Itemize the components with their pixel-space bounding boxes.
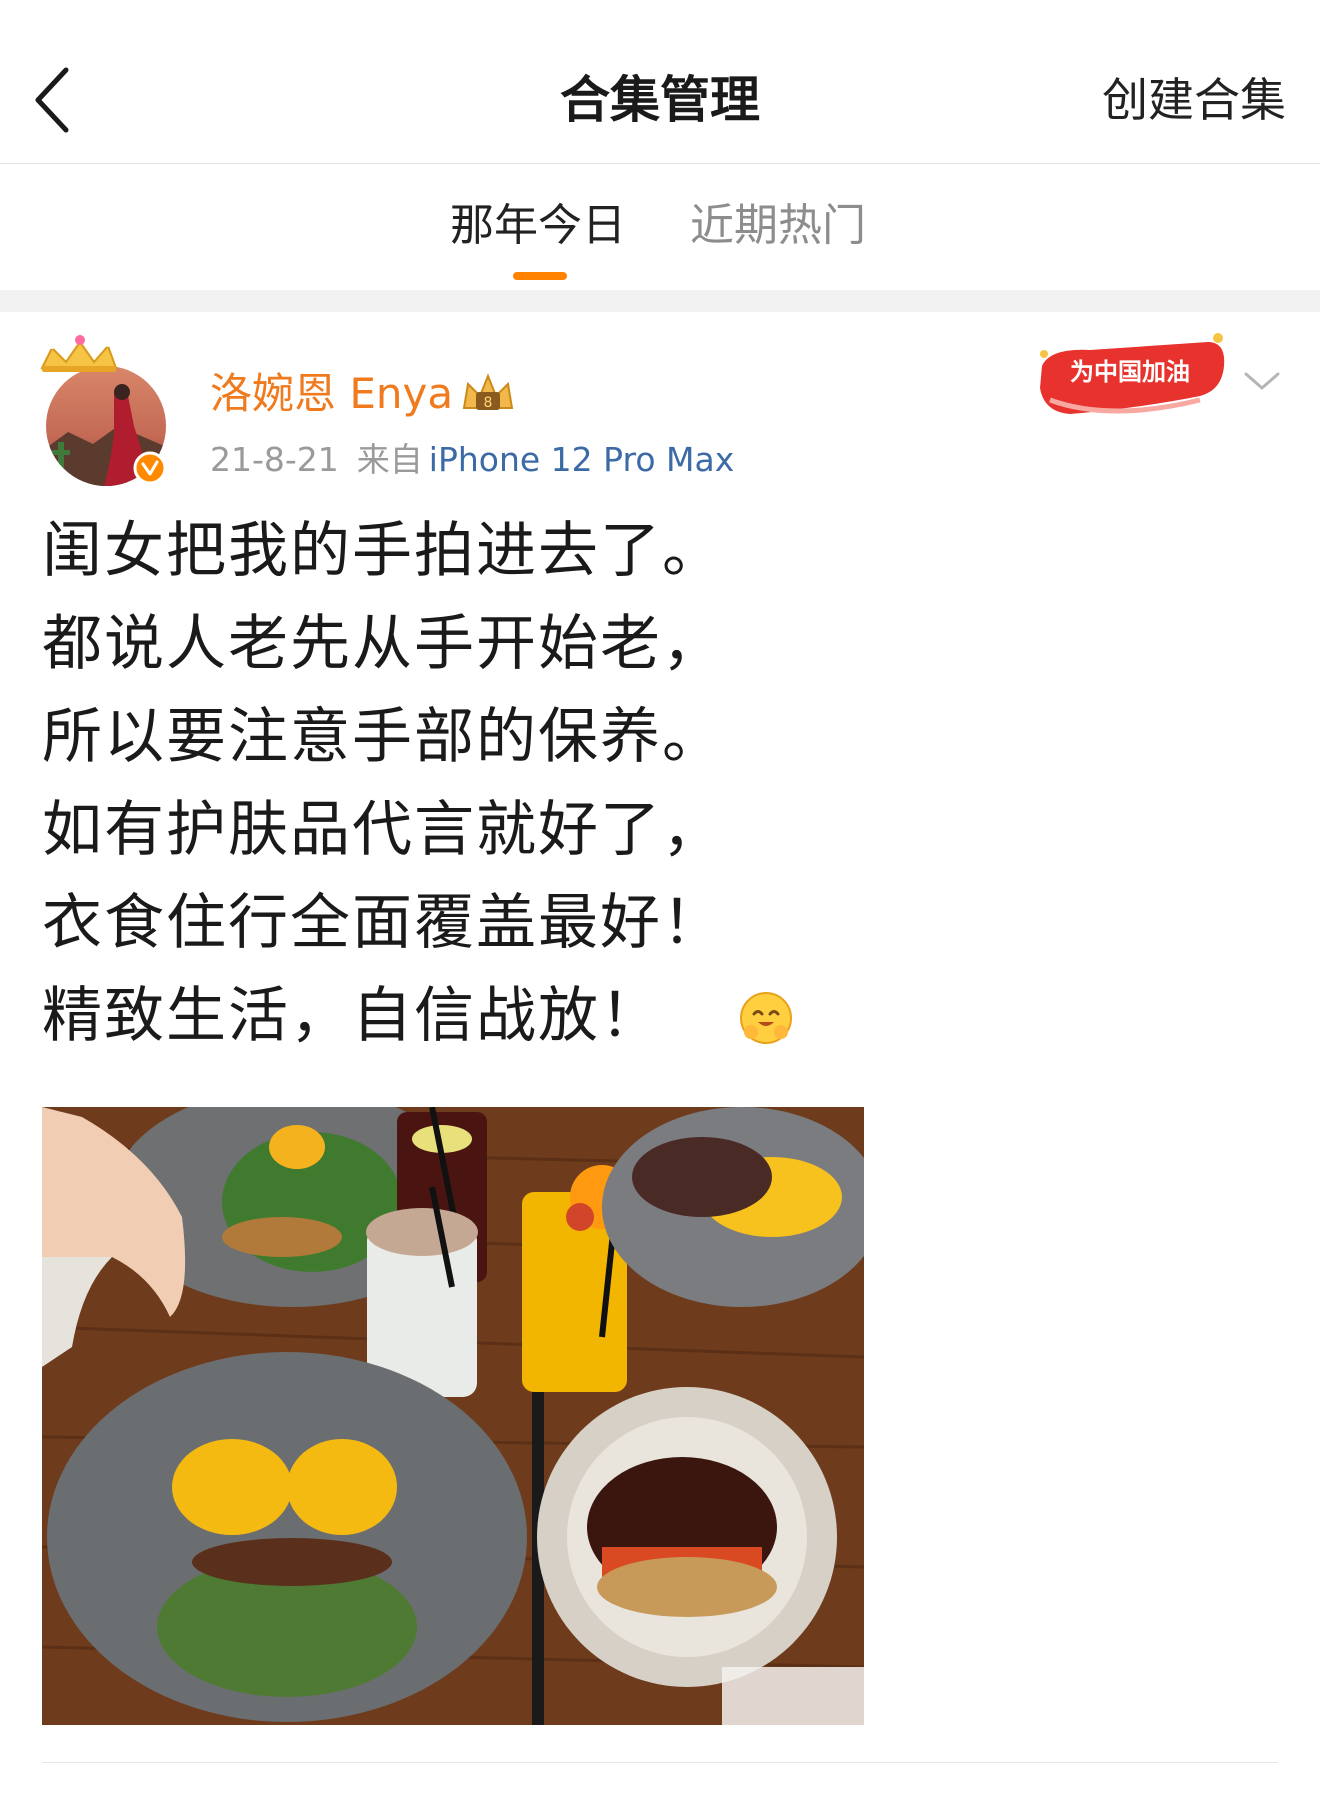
svg-text:8: 8	[484, 395, 493, 411]
user-name[interactable]: 洛婉恩 Enya	[210, 368, 453, 420]
hug-emoji-icon	[738, 990, 794, 1046]
verified-badge-icon	[133, 451, 167, 485]
section-divider	[0, 290, 1320, 312]
top-bar: 合集管理 创建合集	[0, 0, 1320, 164]
device-link[interactable]: iPhone 12 Pro Max	[429, 440, 734, 479]
tab-this-day[interactable]: 那年今日	[450, 198, 626, 254]
tab-bar: 那年今日 近期热门	[0, 164, 1320, 290]
event-badge-text: 为中国加油	[1070, 358, 1190, 386]
post-divider	[42, 1762, 1278, 1763]
active-tab-indicator	[513, 272, 567, 280]
tab-recent-hot[interactable]: 近期热门	[690, 198, 866, 254]
crown-icon	[40, 335, 118, 372]
post-date: 21-8-21	[210, 440, 339, 479]
post-card: 洛婉恩 Enya 8 21-8-21 来自 iPhone 12 Pro Max 为中…	[0, 312, 1320, 1797]
avatar[interactable]	[38, 334, 178, 486]
post-text: 闺女把我的手拍进去了。 都说人老先从手开始老， 所以要注意手部的保养。 如有护肤…	[42, 516, 724, 1051]
event-badge[interactable]: 为中国加油	[1030, 326, 1230, 426]
source-label: 来自	[356, 440, 423, 479]
create-collection-button[interactable]: 创建合集	[1102, 70, 1286, 130]
post-photo[interactable]	[42, 1107, 864, 1725]
post-meta: 21-8-21 来自 iPhone 12 Pro Max	[210, 438, 734, 482]
vip-crown-icon: 8	[462, 373, 514, 411]
chevron-down-icon[interactable]	[1240, 366, 1284, 396]
